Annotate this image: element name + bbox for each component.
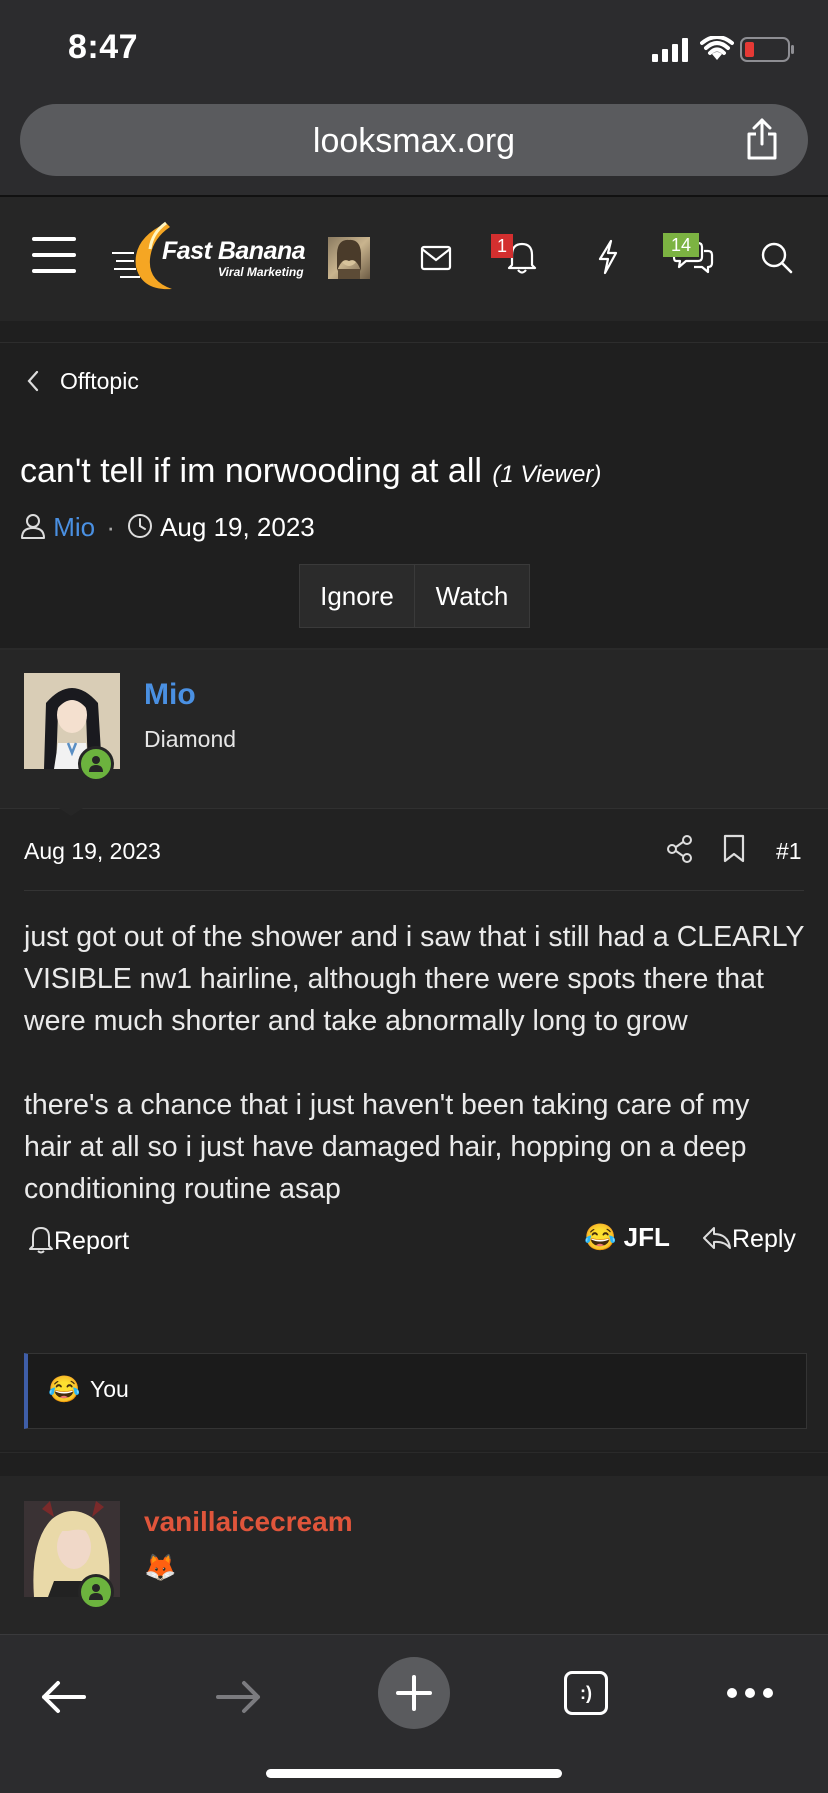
next-online-user-icon (89, 1584, 103, 1600)
viewers-count: (1 Viewer) (492, 461, 602, 488)
meta-separator: · (106, 512, 116, 542)
reactions-emoji: 😂 (48, 1374, 81, 1404)
reactions-by[interactable]: You (90, 1376, 129, 1403)
browser-toolbar: looksmax.org (0, 90, 828, 197)
browser-bottom-bar: :) (0, 1634, 828, 1793)
report-bell-icon (29, 1227, 53, 1254)
back-arrow-icon[interactable] (40, 1679, 88, 1715)
new-tab-button[interactable] (378, 1657, 450, 1729)
report-button[interactable]: Report (28, 1224, 129, 1260)
menu-icon[interactable] (32, 237, 76, 273)
conversations-badge: 14 (663, 233, 699, 257)
user-avatar[interactable] (328, 237, 370, 279)
logo-title: Fast Banana (162, 237, 306, 265)
reply-button[interactable]: Reply (702, 1224, 796, 1260)
share-icon[interactable] (744, 118, 780, 160)
thread-title: can't tell if im norwooding at all (20, 452, 482, 490)
online-indicator (78, 746, 114, 782)
post-body-paragraph-1: just got out of the shower and i saw tha… (24, 921, 804, 1037)
post-user-title: Diamond (144, 726, 237, 752)
avatar-portrait-icon (337, 239, 361, 279)
next-post-username[interactable]: vanillaicecream (144, 1506, 353, 1538)
whats-new-icon[interactable] (596, 239, 620, 275)
reply-label[interactable]: Reply (732, 1225, 796, 1253)
reactions-bar[interactable]: 😂 You (24, 1353, 807, 1429)
plus-icon (396, 1675, 432, 1711)
more-icon[interactable] (726, 1687, 774, 1699)
forward-arrow-icon[interactable] (214, 1679, 262, 1715)
thread-meta: Mio · Aug 19, 2023 (20, 512, 315, 552)
reaction-emoji: 😂 (584, 1222, 617, 1252)
thread-author-link[interactable]: Mio (53, 512, 95, 542)
tabs-icon[interactable]: :) (564, 1671, 608, 1715)
share-post-icon[interactable] (666, 834, 694, 864)
thread-title-row: can't tell if im norwooding at all (1 Vi… (20, 452, 601, 491)
thread-date[interactable]: Aug 19, 2023 (160, 512, 315, 542)
signal-icon (652, 38, 688, 62)
report-label[interactable]: Report (54, 1227, 129, 1255)
breadcrumb-label[interactable]: Offtopic (60, 368, 139, 395)
search-icon[interactable] (760, 241, 794, 275)
address-bar[interactable]: looksmax.org (20, 104, 808, 176)
next-post-user-title: 🦊 (144, 1552, 177, 1582)
wifi-icon (700, 36, 734, 60)
post-body-paragraph-2: there's a chance that i just haven't bee… (24, 1089, 750, 1205)
bookmark-icon[interactable] (722, 834, 746, 864)
reply-icon (703, 1227, 731, 1249)
post-separator (0, 1452, 828, 1477)
post-number[interactable]: #1 (776, 838, 802, 865)
alerts-badge: 1 (491, 234, 513, 258)
post-username[interactable]: Mio (144, 678, 196, 712)
reaction-label[interactable]: JFL (624, 1222, 670, 1252)
next-post-user-block: vanillaicecream 🦊 (0, 1476, 828, 1634)
chevron-left-icon (27, 370, 39, 392)
user-block-arrow (56, 806, 86, 816)
react-button[interactable]: 😂 JFL (584, 1222, 670, 1260)
post: Mio Diamond Aug 19, 2023 #1 just got out… (0, 650, 828, 1450)
url-text[interactable]: looksmax.org (20, 122, 808, 161)
breadcrumb[interactable]: Offtopic (0, 342, 828, 418)
next-online-indicator (78, 1574, 114, 1610)
logo-subtitle: Viral Marketing (218, 265, 304, 279)
divider (24, 890, 804, 891)
user-icon (21, 514, 45, 539)
post-date[interactable]: Aug 19, 2023 (24, 838, 161, 865)
online-user-icon (89, 756, 103, 772)
post-user-block: Mio Diamond (0, 650, 828, 809)
home-indicator (266, 1769, 562, 1778)
clock-icon (128, 514, 153, 538)
ignore-button[interactable]: Ignore (299, 564, 415, 628)
battery-icon (740, 37, 794, 62)
inbox-icon[interactable] (420, 245, 452, 271)
site-header: Fast Banana Viral Marketing 1 14 (0, 197, 828, 321)
status-time: 8:47 (68, 28, 139, 66)
site-logo[interactable]: Fast Banana Viral Marketing (112, 219, 312, 299)
watch-button[interactable]: Watch (414, 564, 530, 628)
status-bar: 8:47 (0, 0, 828, 90)
